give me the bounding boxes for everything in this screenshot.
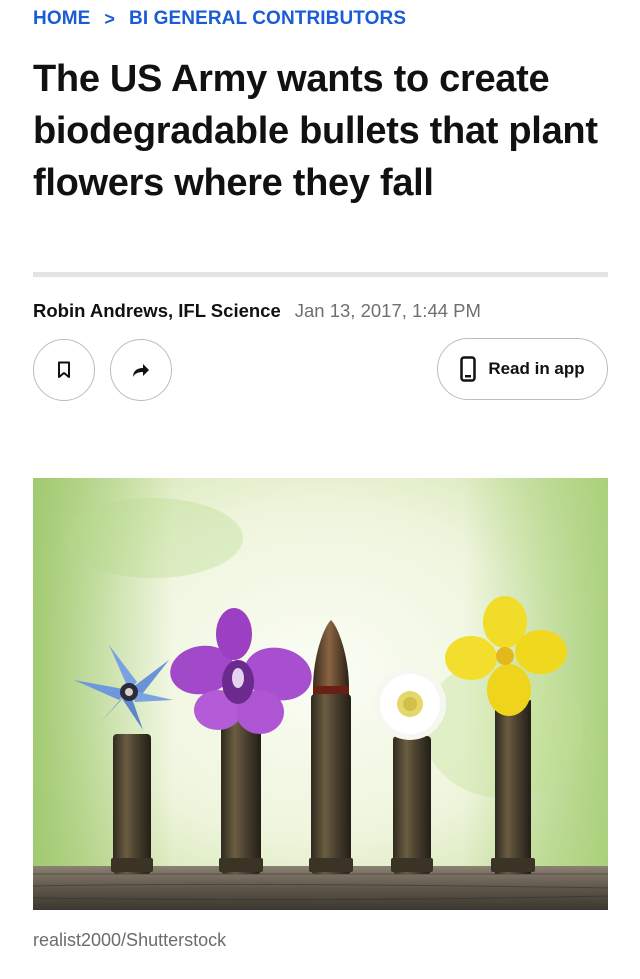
chevron-right-icon: > [104, 8, 116, 29]
article-headline: The US Army wants to create biodegradabl… [33, 58, 598, 204]
share-button[interactable] [110, 339, 172, 401]
article-image [33, 478, 608, 910]
share-arrow-icon [133, 364, 149, 377]
divider [33, 272, 608, 277]
bookmark-icon [58, 361, 70, 378]
author-name[interactable]: Robin Andrews, IFL Science [33, 300, 281, 322]
byline: Robin Andrews, IFL Science Jan 13, 2017,… [33, 300, 481, 322]
read-in-app-label: Read in app [488, 359, 585, 378]
publish-date: Jan 13, 2017, 1:44 PM [294, 300, 481, 321]
phone-icon [460, 356, 477, 382]
read-in-app-button[interactable]: Read in app [437, 338, 608, 400]
breadcrumb-section-link[interactable]: BI GENERAL CONTRIBUTORS [129, 8, 406, 30]
image-credit: realist2000/Shutterstock [33, 930, 227, 950]
breadcrumb-home-link[interactable]: HOME [33, 8, 90, 30]
breadcrumb: HOME > BI GENERAL CONTRIBUTORS [33, 8, 406, 30]
save-button[interactable] [33, 339, 95, 401]
